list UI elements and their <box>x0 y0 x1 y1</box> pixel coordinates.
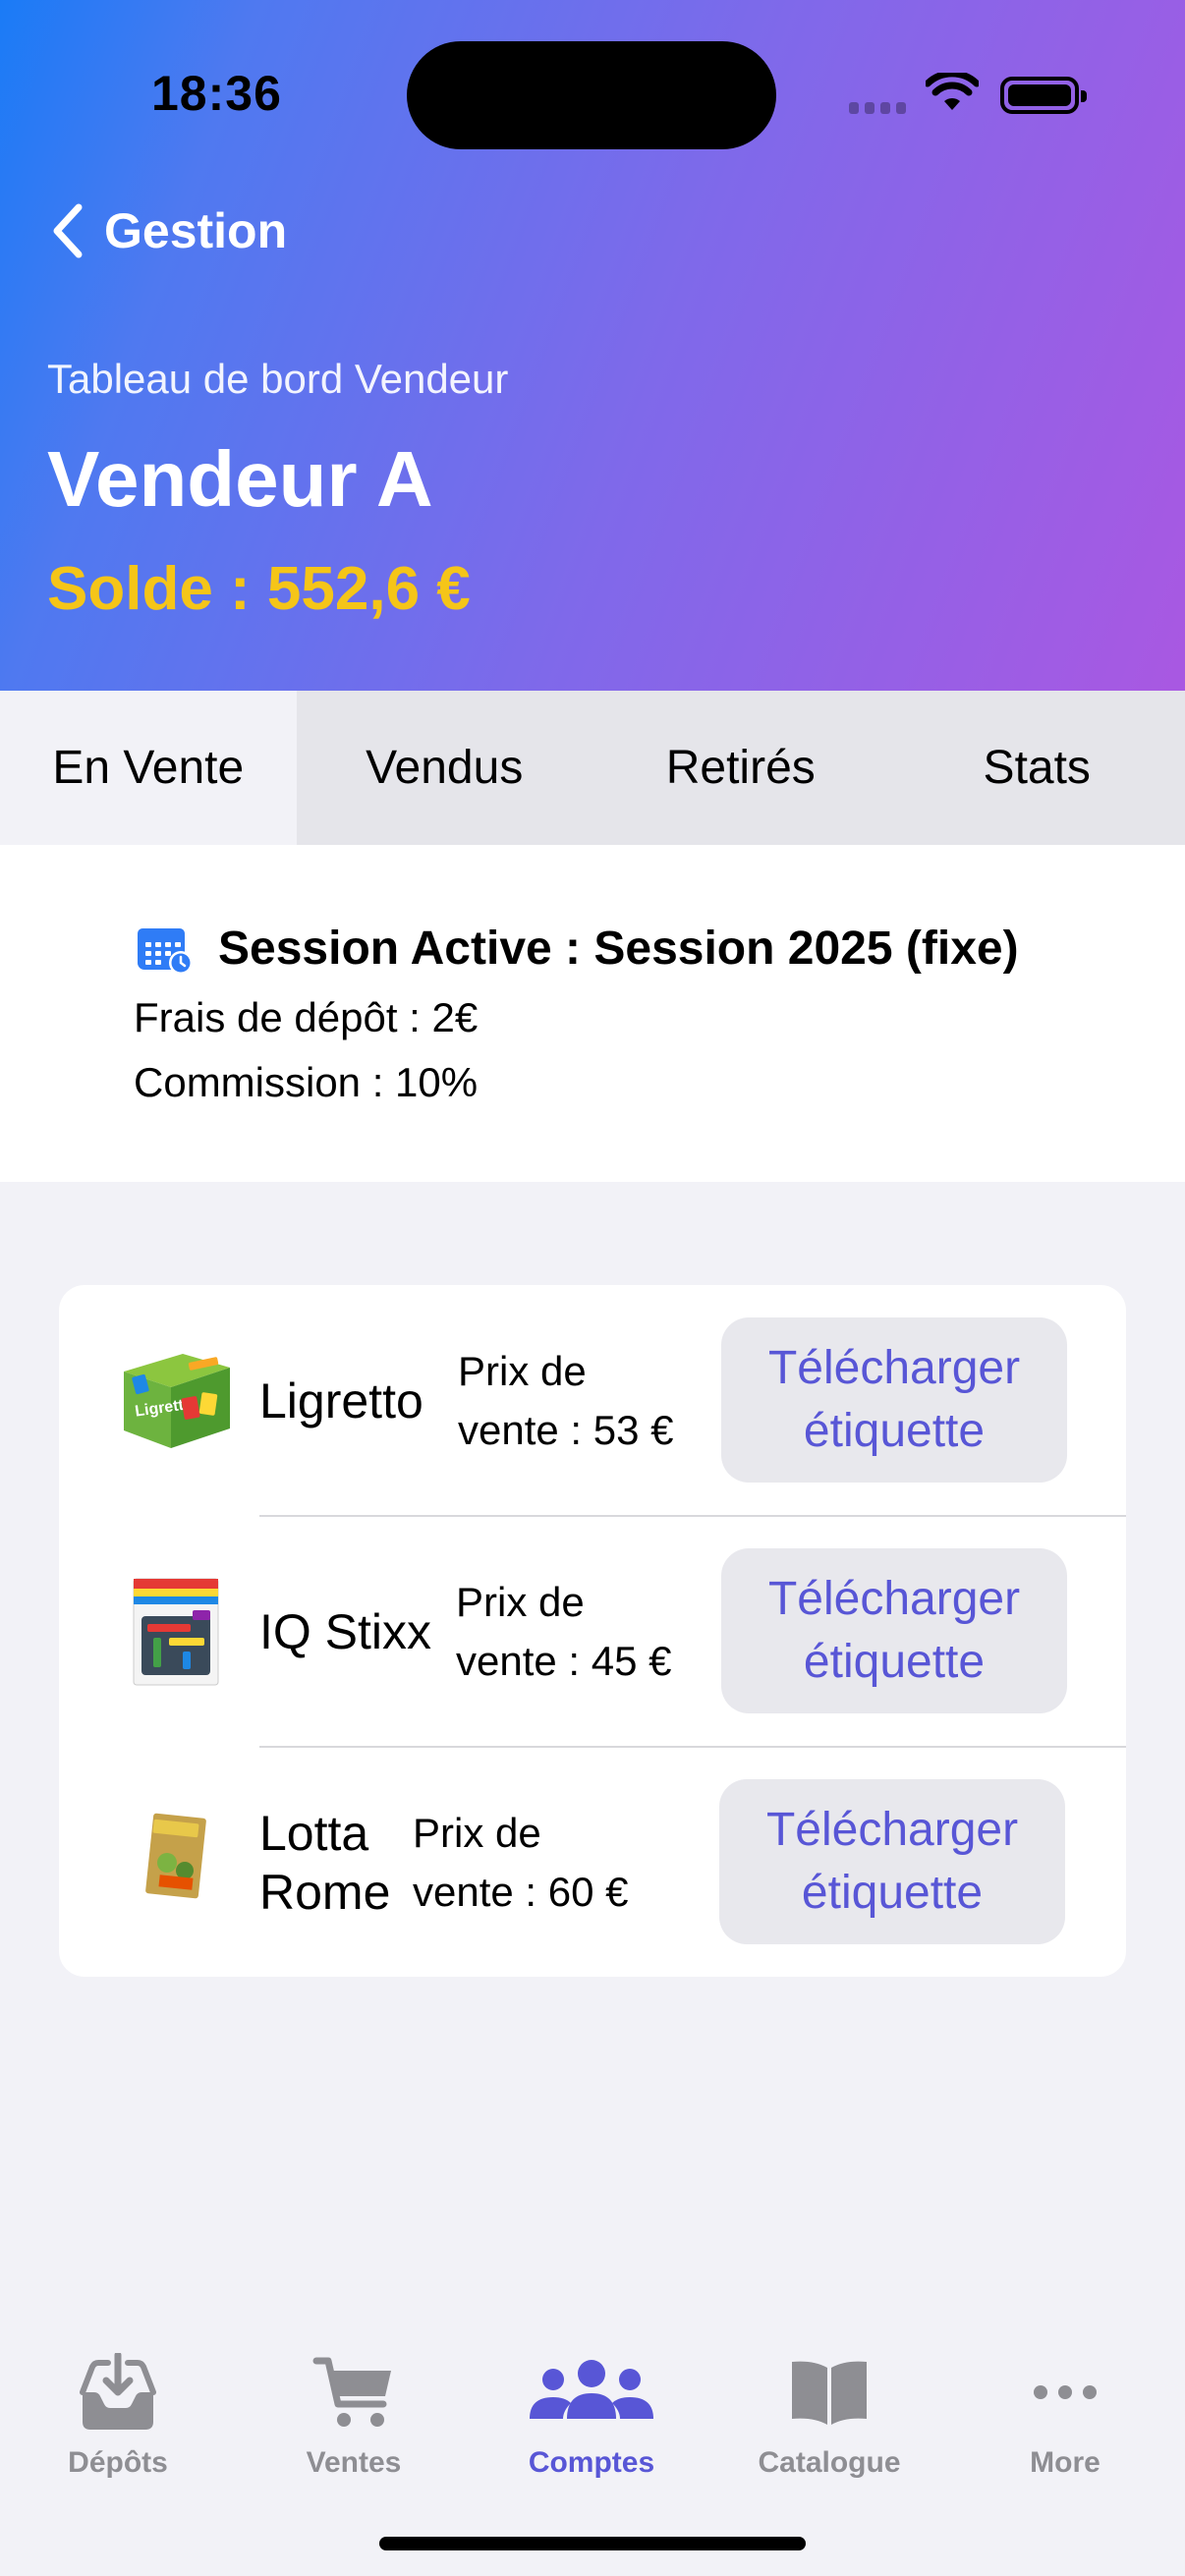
wifi-icon <box>926 73 979 110</box>
session-info: Session Active : Session 2025 (fixe) Fra… <box>0 845 1185 1182</box>
download-label-button[interactable]: Télécharger étiquette <box>719 1779 1065 1944</box>
book-icon <box>792 2361 867 2425</box>
page-title: Vendeur A <box>47 435 433 523</box>
items-list: Ligretto Ligretto Prix de vente : 53 € T… <box>59 1285 1126 1977</box>
session-commission: Commission : 10% <box>134 1059 479 1105</box>
tabbar-item-depots[interactable]: Dépôts <box>0 2348 236 2480</box>
list-item: Ligretto Ligretto Prix de vente : 53 € T… <box>59 1285 1126 1517</box>
status-time: 18:36 <box>151 66 282 121</box>
product-name: Ligretto <box>259 1373 423 1428</box>
product-price: Prix de vente : 45 € <box>456 1579 672 1684</box>
cart-icon <box>312 2357 391 2427</box>
more-dots-icon <box>1034 2385 1097 2399</box>
tray-download-icon <box>80 2353 156 2430</box>
tab-stats[interactable]: Stats <box>889 691 1185 845</box>
product-image-lotta-rome <box>145 1813 206 1899</box>
home-indicator <box>379 2537 806 2550</box>
product-image-ligretto: Ligretto <box>124 1354 230 1448</box>
product-price: Prix de vente : 53 € <box>458 1348 674 1453</box>
back-button[interactable]: Gestion <box>47 196 287 265</box>
product-name: IQ Stixx <box>259 1604 432 1659</box>
tabbar-label: Catalogue <box>758 2446 901 2479</box>
tabbar-item-comptes[interactable]: Comptes <box>474 2348 709 2480</box>
balance-text: Solde : 552,6 € <box>47 555 471 623</box>
tabbar-label: Ventes <box>306 2446 402 2479</box>
tabbar-label: Comptes <box>528 2446 655 2479</box>
list-item: IQ Stixx Prix de vente : 45 € Télécharge… <box>59 1516 1126 1748</box>
calendar-clock-icon <box>138 927 193 975</box>
download-label-button[interactable]: Télécharger étiquette <box>721 1548 1067 1713</box>
people-icon <box>530 2360 653 2419</box>
tab-retires[interactable]: Retirés <box>592 691 889 845</box>
tabbar-label: Dépôts <box>68 2446 168 2479</box>
header: 18:36 Gestion Tableau de bord Vendeur Ve… <box>0 0 1185 691</box>
segment-tabs: En Vente Vendus Retirés Stats <box>0 691 1185 845</box>
session-title: Session Active : Session 2025 (fixe) <box>218 923 1019 975</box>
chevron-left-icon <box>53 203 83 258</box>
list-item: Lotta Rome Prix de vente : 60 € Téléchar… <box>59 1747 1126 1977</box>
tabbar-label: More <box>1030 2446 1100 2479</box>
session-title-row: Session Active : Session 2025 (fixe) <box>136 922 1019 976</box>
download-label-button[interactable]: Télécharger étiquette <box>721 1317 1067 1483</box>
tabbar-item-more[interactable]: More <box>947 2348 1183 2480</box>
dashboard-subtitle: Tableau de bord Vendeur <box>47 356 509 402</box>
back-label: Gestion <box>104 203 288 258</box>
product-name: Lotta Rome <box>259 1806 391 1920</box>
product-image-iq-stixx <box>133 1578 219 1686</box>
tabbar-item-catalogue[interactable]: Catalogue <box>711 2348 947 2480</box>
tab-en-vente[interactable]: En Vente <box>0 691 297 845</box>
session-fee: Frais de dépôt : 2€ <box>134 994 479 1040</box>
dynamic-island <box>407 41 776 149</box>
tab-vendus[interactable]: Vendus <box>297 691 593 845</box>
tabbar-item-ventes[interactable]: Ventes <box>236 2348 472 2480</box>
product-price: Prix de vente : 60 € <box>413 1810 629 1915</box>
battery-icon <box>1000 77 1087 114</box>
